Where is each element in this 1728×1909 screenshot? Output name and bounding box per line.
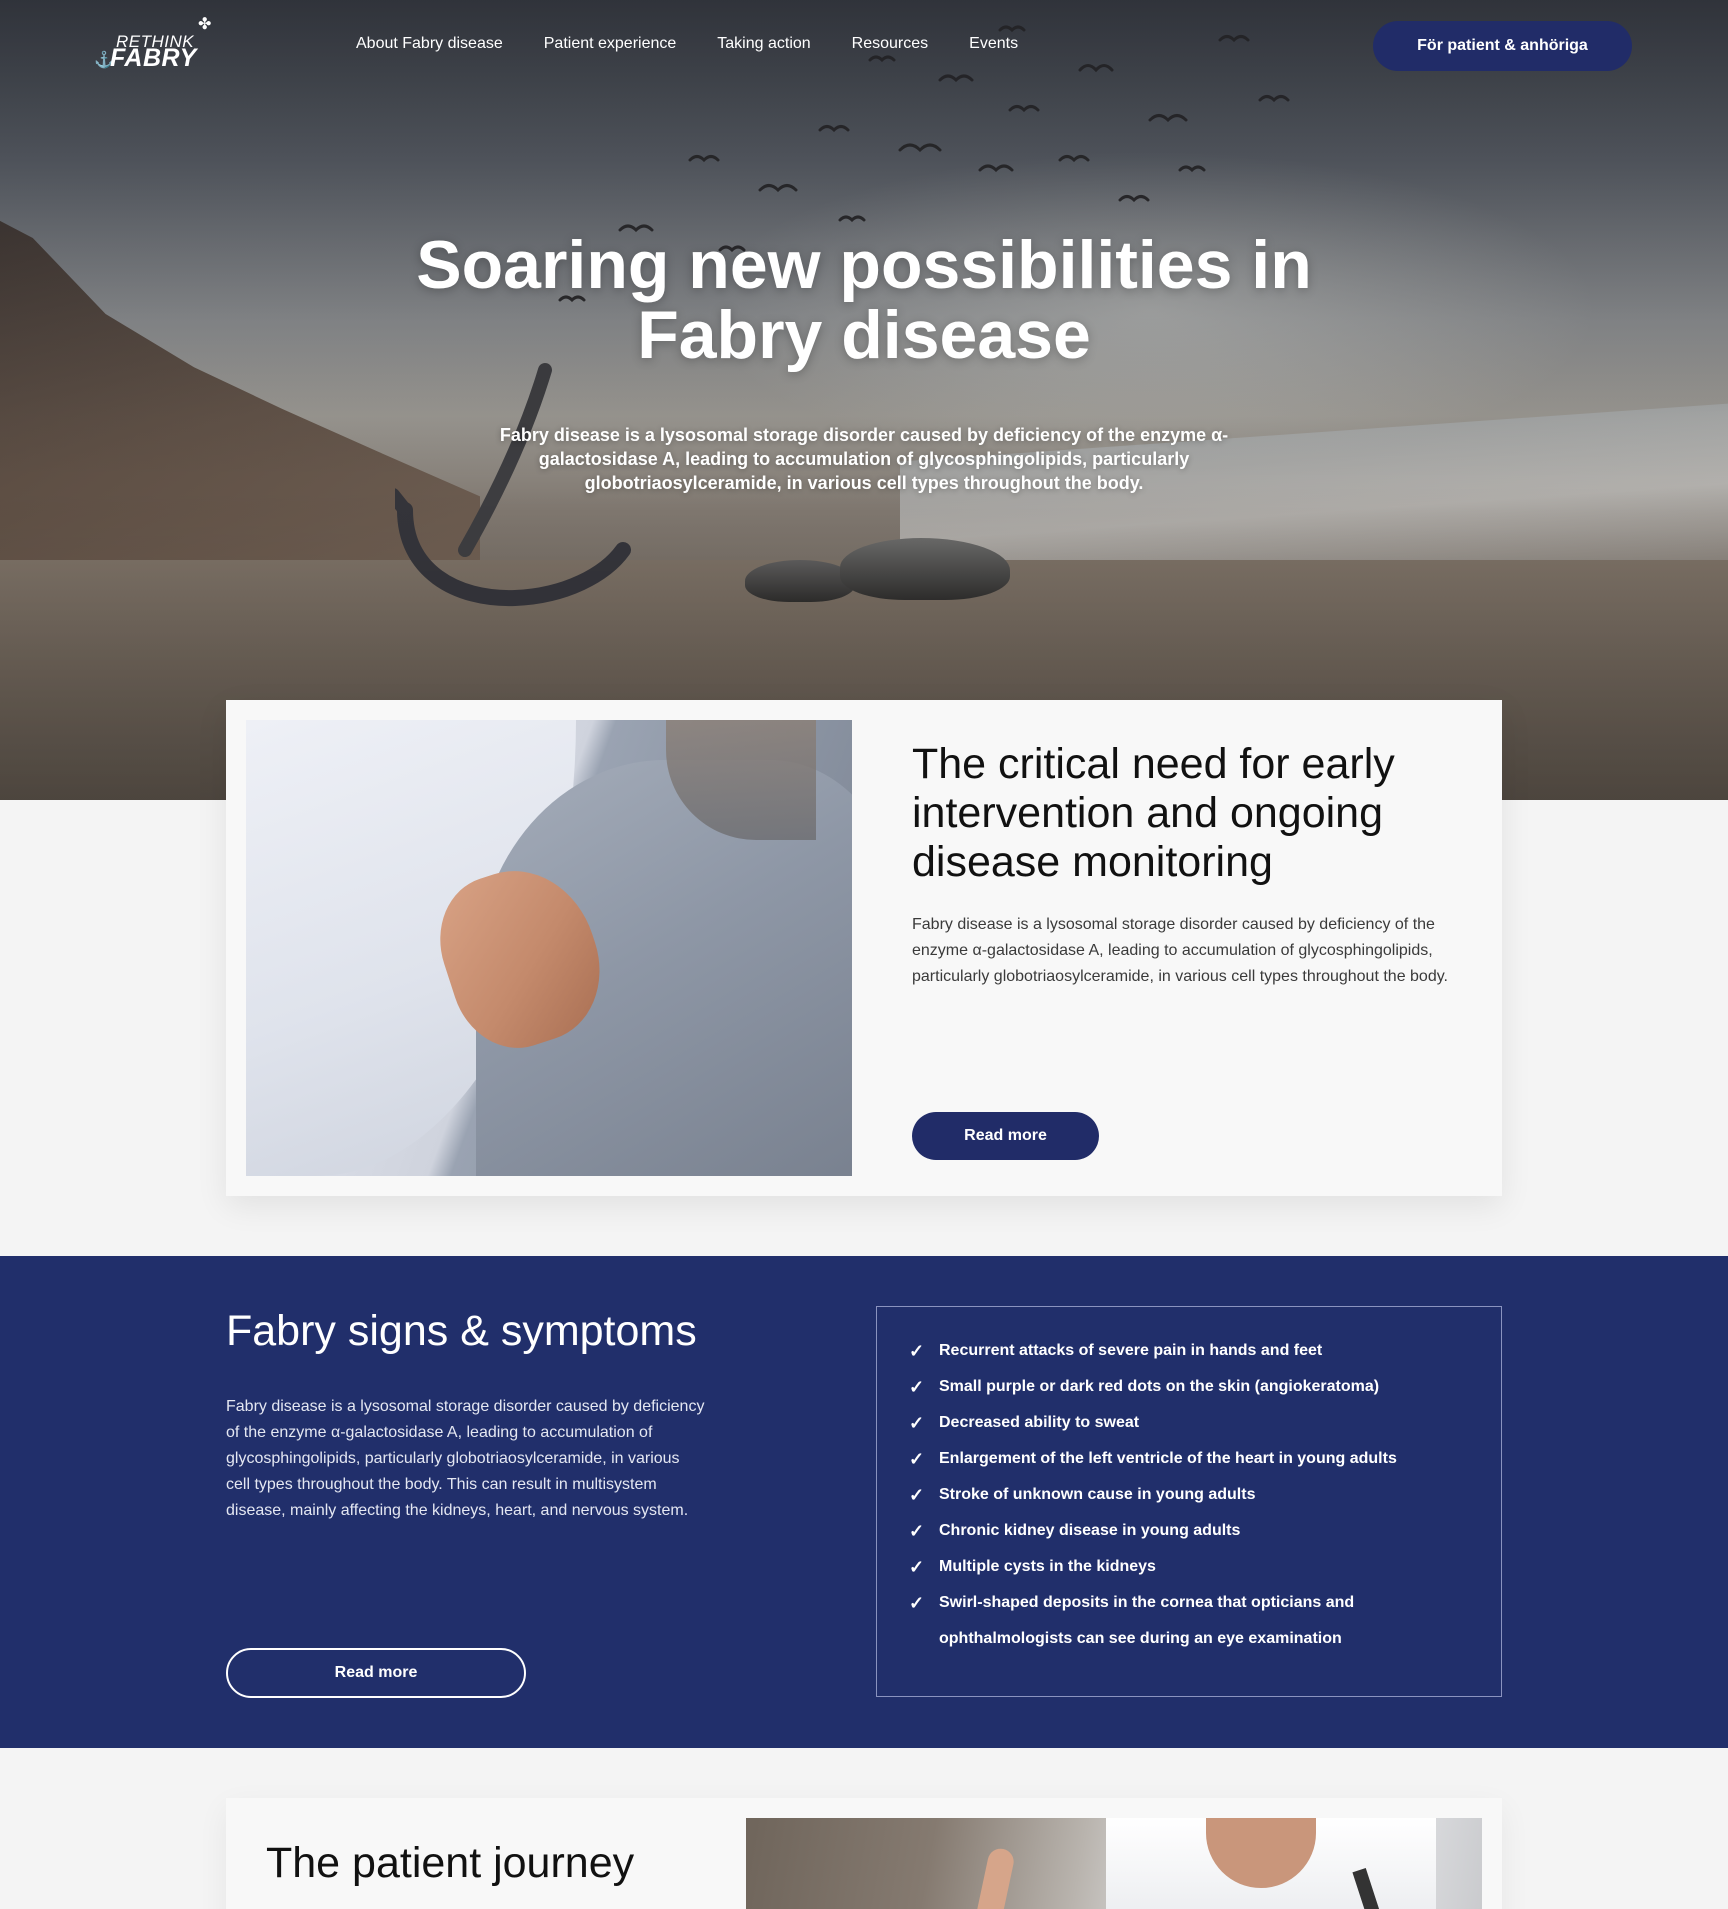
hero-shade	[0, 0, 1728, 800]
patient-relatives-button[interactable]: För patient & anhöriga	[1373, 21, 1632, 71]
birds-logo-icon: ✤	[198, 16, 212, 33]
symptom-text: Stroke of unknown cause in young adults	[939, 1486, 1256, 1503]
signs-symptoms-section: Fabry signs & symptoms Fabry disease is …	[0, 1256, 1728, 1748]
symptom-text: Multiple cysts in the kidneys	[939, 1558, 1156, 1575]
nav-about[interactable]: About Fabry disease	[356, 35, 503, 53]
symptom-item: ✓ Decreased ability to sweat	[909, 1405, 1501, 1441]
rethink-fabry-logo[interactable]: ✤ RETHINK ⚓ FABRY	[94, 14, 224, 72]
intervention-body: Fabry disease is a lysosomal storage dis…	[912, 916, 1448, 985]
symptom-item: ✓ Enlargement of the left ventricle of th…	[909, 1441, 1501, 1477]
logo-line2: FABRY	[110, 44, 197, 72]
main-nav: About Fabry disease Patient experience T…	[356, 35, 1018, 53]
symptom-text: Enlargement of the left ventricle of the…	[939, 1450, 1397, 1467]
check-icon: ✓	[909, 1521, 925, 1541]
comforting-hand-photo	[246, 720, 852, 1176]
patient-journey-title: The patient journey	[266, 1839, 635, 1887]
check-icon: ✓	[909, 1557, 925, 1577]
signs-body: Fabry disease is a lysosomal storage dis…	[226, 1398, 705, 1519]
nav-patient-experience[interactable]: Patient experience	[544, 35, 677, 53]
hero-section	[0, 0, 1728, 800]
check-icon: ✓	[909, 1593, 925, 1613]
symptom-text: Chronic kidney disease in young adults	[939, 1522, 1241, 1539]
patient-journey-card: The patient journey	[226, 1798, 1502, 1909]
symptom-item: ✓ Recurrent attacks of severe pain in han…	[909, 1333, 1501, 1369]
photo-finger	[971, 1846, 1017, 1909]
symptoms-list: ✓ Recurrent attacks of severe pain in han…	[876, 1306, 1502, 1697]
symptom-text: Swirl-shaped deposits in the cornea that…	[939, 1594, 1355, 1647]
hero-title: Soaring new possibilities in Fabry disea…	[416, 227, 1312, 373]
symptom-item: ✓ Swirl-shaped deposits in the cornea tha…	[909, 1585, 1501, 1657]
symptom-item: ✓ Small purple or dark red dots on the sk…	[909, 1369, 1501, 1405]
intervention-card: The critical need for early intervention…	[226, 700, 1502, 1196]
signs-read-more-button[interactable]: Read more	[226, 1648, 526, 1698]
intervention-title: The critical need for early intervention…	[912, 740, 1395, 886]
symptom-item: ✓ Stroke of unknown cause in young adults	[909, 1477, 1501, 1513]
check-icon: ✓	[909, 1377, 925, 1397]
symptom-text: Recurrent attacks of severe pain in hand…	[939, 1342, 1323, 1359]
check-icon: ✓	[909, 1449, 925, 1469]
nav-taking-action[interactable]: Taking action	[717, 35, 810, 53]
check-icon: ✓	[909, 1341, 925, 1361]
symptom-item: ✓ Chronic kidney disease in young adults	[909, 1513, 1501, 1549]
signs-title: Fabry signs & symptoms	[226, 1307, 697, 1355]
doctor-photo	[746, 1818, 1482, 1909]
symptom-text: Small purple or dark red dots on the ski…	[939, 1378, 1380, 1395]
symptom-text: Decreased ability to sweat	[939, 1414, 1140, 1431]
nav-events[interactable]: Events	[969, 35, 1018, 53]
intervention-read-more-button[interactable]: Read more	[912, 1112, 1099, 1160]
hero-subtitle: Fabry disease is a lysosomal storage dis…	[499, 425, 1229, 493]
check-icon: ✓	[909, 1485, 925, 1505]
symptom-item: ✓ Multiple cysts in the kidneys	[909, 1549, 1501, 1585]
nav-resources[interactable]: Resources	[852, 35, 928, 53]
check-icon: ✓	[909, 1413, 925, 1433]
